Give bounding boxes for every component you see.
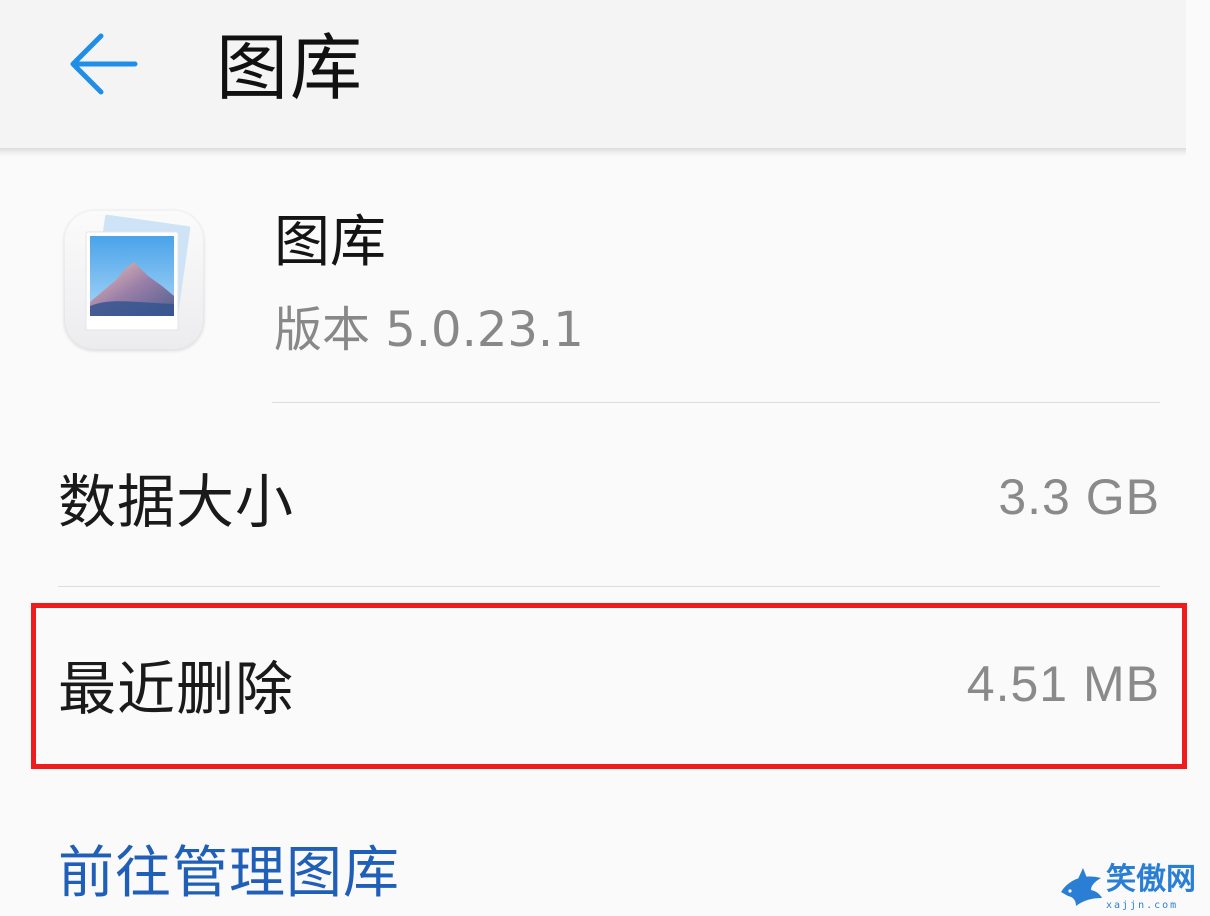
data-size-row: 数据大小 3.3 GB [58,447,1160,547]
recently-deleted-value: 4.51 MB [966,656,1160,712]
back-button[interactable] [58,22,148,106]
watermark-text: 笑傲网 [1106,862,1196,897]
watermark: 笑傲网 xajjn.com [1056,860,1202,916]
recently-deleted-label: 最近删除 [58,655,295,723]
watermark-domain: xajjn.com [1106,900,1179,911]
divider [58,586,1160,587]
shark-logo-icon [1061,868,1102,906]
recently-deleted-row[interactable]: 最近删除 4.51 MB [58,634,1160,734]
header-divider [0,148,1186,157]
page-title: 图库 [216,26,365,110]
manage-gallery-link[interactable]: 前往管理图库 [58,838,400,910]
app-name: 图库 [274,210,386,275]
data-size-label: 数据大小 [58,468,295,536]
gallery-app-icon [64,210,204,350]
arrow-left-icon [70,33,138,95]
data-size-value: 3.3 GB [998,469,1160,525]
top-app-bar: 图库 [0,0,1186,150]
divider [272,402,1160,403]
app-version: 版本 5.0.23.1 [274,302,584,358]
